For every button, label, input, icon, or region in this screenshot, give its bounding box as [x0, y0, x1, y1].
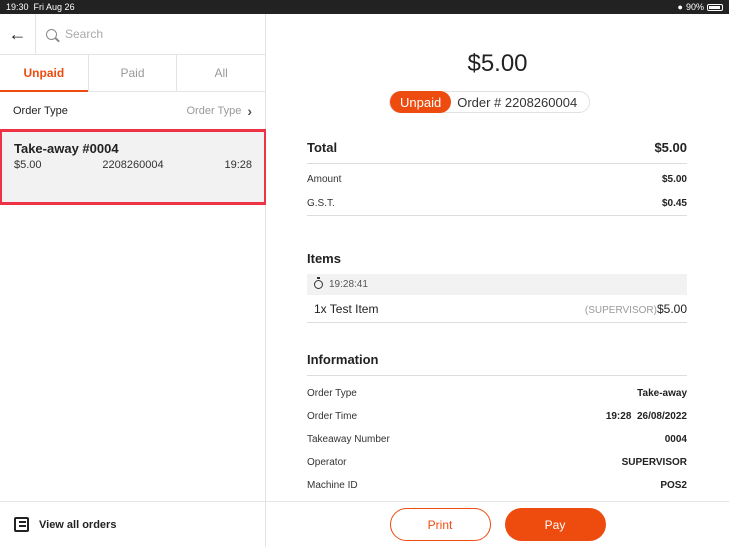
gst-label: G.S.T. — [307, 197, 335, 209]
tab-unpaid[interactable]: Unpaid — [0, 55, 89, 92]
amount-label: Amount — [307, 174, 342, 185]
print-button[interactable]: Print — [389, 508, 491, 541]
battery-fill — [709, 5, 720, 9]
status-date: Fri Aug 26 — [33, 2, 75, 12]
amount-value: $5.00 — [661, 174, 687, 185]
orders-list-icon — [14, 517, 29, 532]
info-label: Operator — [307, 457, 347, 468]
order-type-filter[interactable]: Order Type Order Type › — [0, 92, 265, 130]
item-time: 19:28:41 — [329, 279, 368, 290]
total-label: Total — [307, 140, 338, 155]
info-label: Order Time — [307, 411, 358, 422]
pay-button[interactable]: Pay — [504, 508, 606, 541]
search-input[interactable]: Search — [36, 27, 265, 41]
status-right: ● 90% — [678, 2, 723, 12]
filter-label: Order Type — [13, 104, 68, 117]
order-number: 2208260004 — [102, 159, 164, 171]
info-label: Takeaway Number — [307, 434, 390, 445]
order-title: Take-away #0004 — [14, 141, 119, 156]
info-row-takeaway-number: Takeaway Number 0004 — [307, 428, 687, 451]
information-section: Information Order Type Take-away Order T… — [307, 344, 687, 497]
orders-list-pane: ← Search Unpaid Paid All Order Type Orde… — [0, 13, 267, 547]
info-row-order-time: Order Time 19:28 26/08/2022 — [307, 405, 687, 428]
item-price: $5.00 — [656, 301, 687, 316]
action-bar: Print Pay — [266, 501, 729, 547]
item-operator: (SUPERVISOR) — [584, 304, 657, 316]
order-amount: $5.00 — [14, 159, 42, 171]
item-name: 1x Test Item — [314, 301, 379, 316]
gst-row: G.S.T. $0.45 — [307, 191, 687, 216]
order-status-pill: Unpaid Order # 2208260004 — [389, 91, 591, 113]
info-value: 19:28 26/08/2022 — [605, 411, 687, 422]
totals-section: Total $5.00 Amount $5.00 G.S.T. $0.45 — [307, 132, 687, 216]
battery-icon — [707, 3, 723, 11]
search-placeholder: Search — [65, 27, 104, 41]
item-price-group: (SUPERVISOR)$5.00 — [585, 302, 687, 316]
information-heading: Information — [307, 344, 687, 376]
info-value: Take-away — [637, 388, 687, 399]
filter-value-group: Order Type › — [187, 103, 253, 119]
tab-all[interactable]: All — [177, 55, 265, 91]
battery-percent: 90% — [685, 2, 704, 12]
item-row[interactable]: 1x Test Item (SUPERVISOR)$5.00 — [307, 295, 687, 323]
total-value: $5.00 — [654, 140, 687, 155]
status-bar: 19:30 Fri Aug 26 ● 90% — [0, 0, 729, 14]
view-all-orders-button[interactable]: View all orders — [0, 501, 266, 547]
info-row-operator: Operator SUPERVISOR — [307, 451, 687, 474]
order-time: 19:28 — [224, 159, 252, 171]
wifi-icon: ● — [677, 2, 683, 12]
info-value: POS2 — [660, 480, 687, 491]
search-row: ← Search — [0, 13, 265, 55]
items-section: Items 19:28:41 1x Test Item (SUPERVISOR)… — [307, 242, 687, 323]
order-detail-scroll[interactable]: $5.00 Unpaid Order # 2208260004 Total $5… — [266, 14, 729, 501]
gst-value: $0.45 — [661, 197, 687, 209]
filter-value: Order Type — [186, 104, 242, 117]
total-row: Total $5.00 — [307, 132, 687, 164]
back-button[interactable]: ← — [0, 13, 36, 55]
order-total-amount: $5.00 — [467, 50, 528, 77]
info-row-order-type: Order Type Take-away — [307, 382, 687, 405]
info-label: Machine ID — [307, 480, 358, 491]
view-all-label: View all orders — [39, 518, 117, 531]
arrow-left-icon: ← — [8, 23, 27, 44]
items-heading: Items — [307, 250, 341, 266]
search-icon — [46, 28, 57, 40]
status-badge: Unpaid — [390, 91, 452, 113]
info-row-machine-id: Machine ID POS2 — [307, 474, 687, 497]
item-time-row: 19:28:41 — [307, 274, 687, 295]
info-value: SUPERVISOR — [621, 457, 687, 468]
stopwatch-icon — [314, 277, 323, 289]
status-time: 19:30 — [6, 2, 29, 12]
info-label: Order Type — [307, 388, 357, 399]
order-meta: $5.00 2208260004 19:28 — [14, 159, 252, 171]
order-detail-pane: $5.00 Unpaid Order # 2208260004 Total $5… — [266, 14, 729, 547]
info-value: 0004 — [664, 434, 687, 445]
order-list-item[interactable]: Take-away #0004 $5.00 2208260004 19:28 — [0, 129, 267, 205]
status-left: 19:30 Fri Aug 26 — [6, 2, 75, 12]
order-number-label: Order # 2208260004 — [457, 94, 578, 110]
chevron-right-icon: › — [247, 102, 252, 119]
order-status-tabs: Unpaid Paid All — [0, 55, 265, 92]
amount-row: Amount $5.00 — [307, 168, 687, 191]
tab-paid[interactable]: Paid — [89, 55, 178, 91]
